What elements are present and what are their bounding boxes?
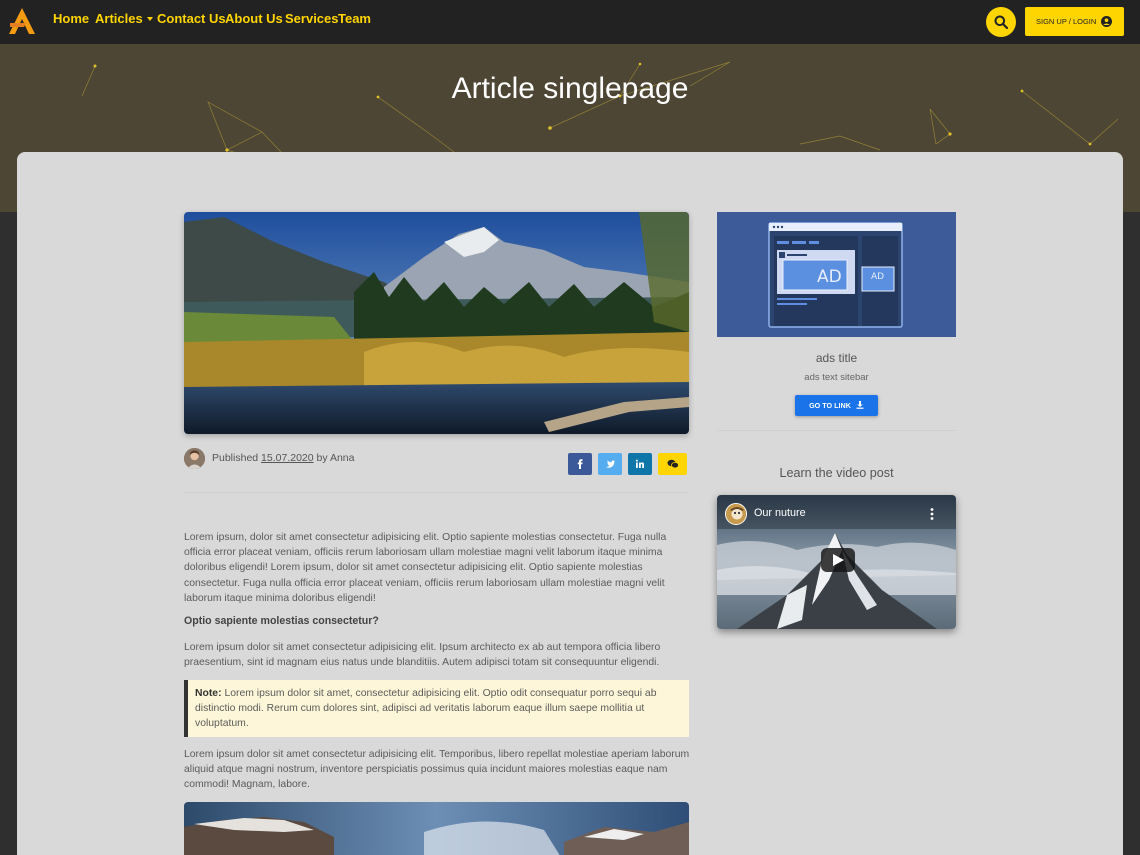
video-title[interactable]: Our nuture: [754, 507, 806, 519]
ad-banner-image[interactable]: AD AD: [717, 212, 956, 337]
navbar: Home Articles Contact Us About Us Servic…: [0, 0, 1140, 44]
video-heading: Learn the video post: [779, 466, 894, 480]
share-wechat-button[interactable]: [658, 453, 687, 475]
play-icon: [833, 554, 844, 566]
ads-title: ads title: [815, 351, 858, 365]
ad-label-small: AD: [871, 272, 885, 282]
caret-down-icon: [146, 17, 153, 21]
share-facebook-button[interactable]: [568, 453, 592, 475]
signup-login-button[interactable]: SIGN UP / LOGIN: [1025, 7, 1124, 36]
nav-services[interactable]: Services: [285, 11, 339, 26]
ad-label-large: AD: [817, 267, 842, 287]
play-button[interactable]: [821, 548, 855, 572]
author-avatar: [184, 448, 205, 469]
nav-about-us[interactable]: About Us: [225, 11, 283, 26]
video-player[interactable]: Our nuture: [717, 495, 956, 629]
wechat-icon: [667, 459, 679, 469]
go-to-link-button[interactable]: GO TO LINK: [795, 395, 878, 416]
channel-avatar[interactable]: [725, 503, 747, 525]
article-subheading: Optio sapiente molestias consectetur?: [184, 615, 379, 627]
nav-articles-label: Articles: [95, 11, 143, 26]
share-twitter-button[interactable]: [598, 453, 622, 475]
article-secondary-image: [184, 802, 689, 855]
search-button[interactable]: [986, 7, 1016, 37]
signup-login-label: SIGN UP / LOGIN: [1036, 17, 1097, 26]
meta-divider: [184, 492, 689, 493]
user-circle-icon: [1101, 16, 1112, 27]
note-callout: Note: Lorem ipsum dolor sit amet, consec…: [184, 680, 689, 737]
ads-text: ads text sitebar: [804, 372, 869, 383]
sidebar-divider: [717, 430, 956, 431]
published-label: Published: [212, 452, 259, 464]
facebook-icon: [577, 459, 583, 469]
more-vertical-icon[interactable]: [927, 507, 937, 521]
linkedin-icon: [635, 459, 644, 468]
article-hero-image: [184, 212, 689, 434]
twitter-icon: [605, 460, 615, 468]
nav-contact-us[interactable]: Contact Us: [157, 11, 226, 26]
publish-date[interactable]: 15.07.2020: [261, 452, 314, 464]
article-paragraph-3: Lorem ipsum dolor sit amet consectetur a…: [184, 749, 690, 791]
note-label: Note:: [195, 688, 222, 699]
search-icon: [994, 15, 1008, 29]
by-label: by: [316, 452, 328, 464]
download-icon: [856, 401, 864, 409]
brand-logo[interactable]: [6, 5, 38, 37]
nav-team[interactable]: Team: [338, 11, 371, 26]
note-text: Lorem ipsum dolor sit amet, consectetur …: [195, 688, 657, 730]
article-paragraph-1: Lorem ipsum, dolor sit amet consectetur …: [184, 532, 667, 604]
nav-home[interactable]: Home: [53, 11, 89, 26]
article-paragraph-2: Lorem ipsum dolor sit amet consectetur a…: [184, 642, 661, 669]
meta-text: Published 15.07.2020 by Anna: [212, 452, 355, 464]
page-title: Article singlepage: [451, 72, 689, 105]
go-to-link-label: GO TO LINK: [809, 401, 851, 410]
author-name: Anna: [329, 452, 355, 464]
share-linkedin-button[interactable]: [628, 453, 652, 475]
nav-articles[interactable]: Articles: [95, 11, 153, 26]
